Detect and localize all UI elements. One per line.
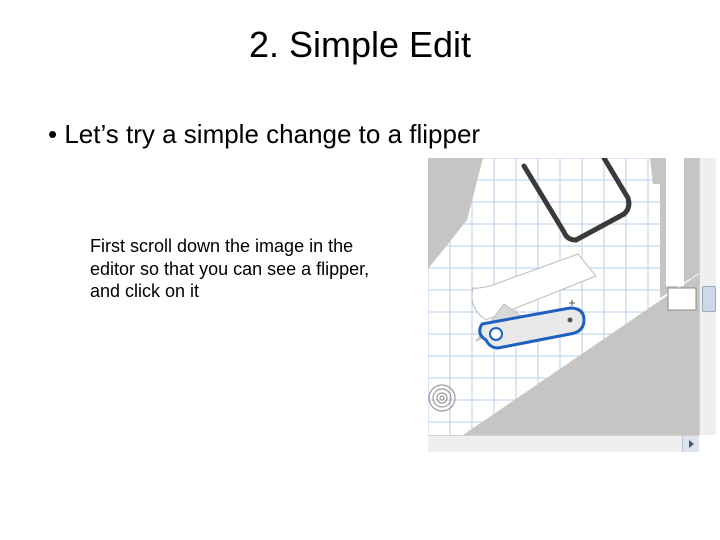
- slide-title: 2. Simple Edit: [0, 24, 720, 66]
- vertical-scrollbar[interactable]: [699, 158, 716, 435]
- slide: 2. Simple Edit Let’s try a simple change…: [0, 0, 720, 540]
- horizontal-scrollbar[interactable]: [428, 435, 699, 452]
- vertical-scroll-thumb[interactable]: [702, 286, 716, 312]
- editor-canvas: [428, 158, 699, 435]
- bullet-item: Let’s try a simple change to a flipper: [48, 118, 480, 151]
- scroll-right-button[interactable]: [682, 436, 699, 452]
- editor-screenshot: [428, 158, 699, 451]
- instruction-caption: First scroll down the image in the edito…: [90, 235, 390, 303]
- chevron-right-icon: [689, 440, 694, 448]
